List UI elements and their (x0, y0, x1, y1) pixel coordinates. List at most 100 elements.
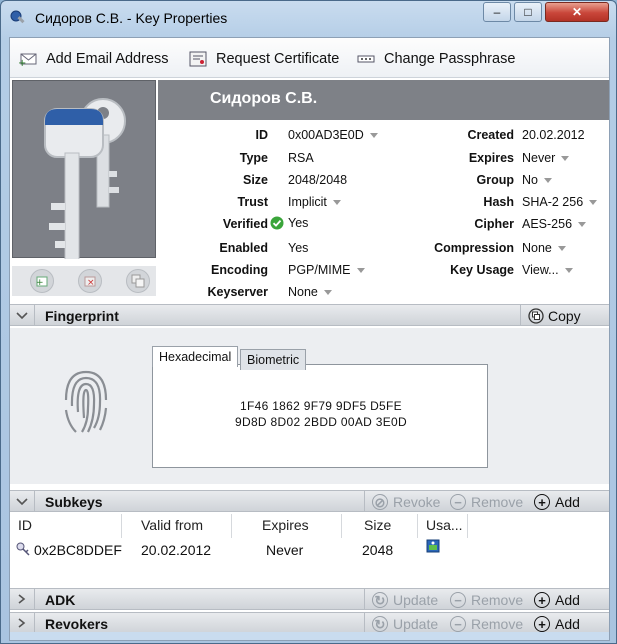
chevron-down-icon (561, 155, 570, 161)
remove-subkey-button[interactable]: − Remove (450, 493, 523, 511)
compression-value[interactable]: None (522, 241, 566, 255)
keyserver-value[interactable]: None (288, 285, 332, 299)
column-header-usage[interactable]: Usa... (418, 514, 468, 538)
id-label: ID (255, 128, 269, 142)
change-passphrase-label: Change Passphrase (384, 51, 516, 67)
remove-revoker-button[interactable]: − Remove (450, 615, 523, 633)
section-divider (34, 589, 35, 609)
close-icon: ✕ (571, 5, 583, 19)
add-email-icon: + (18, 53, 37, 67)
key-usage-value[interactable]: View... (522, 263, 573, 277)
request-certificate-label: Request Certificate (216, 51, 340, 67)
update-icon: ↻ (372, 592, 388, 608)
update-adk-button[interactable]: ↻ Update (372, 591, 438, 609)
subkey-expires: Never (266, 542, 304, 558)
section-divider (34, 613, 35, 633)
adk-section-header[interactable]: ADK ↻ Update − Remove + Add (10, 588, 609, 610)
id-value[interactable]: 0x00AD3E0D (288, 128, 378, 142)
svg-text:×: × (87, 278, 95, 288)
group-value[interactable]: No (522, 173, 552, 187)
passphrase-icon (357, 55, 375, 63)
table-row[interactable]: 0x2BC8DDEF 20.02.2012 Never 2048 (10, 538, 609, 564)
hash-label: Hash (483, 195, 514, 209)
add-subkey-button[interactable]: + Add (534, 493, 580, 511)
key-picture-actions: + × (12, 266, 156, 296)
remove-label: Remove (471, 616, 524, 632)
column-header-valid-from[interactable]: Valid from (122, 514, 232, 538)
expand-chevron-icon (18, 594, 26, 604)
key-usage-label: Key Usage (450, 263, 514, 277)
add-email-button[interactable]: + Add Email Address (18, 48, 169, 70)
remove-photo-button[interactable]: × (78, 269, 102, 293)
revokers-section-header[interactable]: Revokers ↻ Update − Remove + Add (10, 612, 609, 634)
enabled-value: Yes (288, 241, 309, 255)
chevron-down-icon (369, 132, 378, 138)
encoding-value[interactable]: PGP/MIME (288, 263, 365, 277)
section-divider (34, 305, 35, 325)
section-divider (364, 491, 365, 511)
remove-photo-icon: × (84, 276, 96, 288)
key-properties-window: Сидоров С.В. - Key Properties ‒ □ ✕ + Ad… (0, 0, 617, 644)
minimize-icon: ‒ (493, 5, 501, 19)
update-label: Update (393, 616, 439, 632)
subkeys-table: ID Valid from Expires Size Usa... 0x2BC8… (10, 514, 609, 588)
revokers-title: Revokers (45, 616, 109, 632)
cipher-value[interactable]: AES-256 (522, 217, 587, 231)
revoke-label: Revoke (393, 494, 441, 510)
section-divider (364, 613, 365, 633)
update-revokers-button[interactable]: ↻ Update (372, 615, 438, 633)
section-divider (34, 491, 35, 511)
column-header-expires[interactable]: Expires (232, 514, 342, 538)
fingerprint-panel: Hexadecimal Biometric 1F46 1862 9F79 9DF… (10, 328, 609, 484)
minimize-button[interactable]: ‒ (483, 2, 511, 22)
maximize-button[interactable]: □ (514, 2, 542, 22)
keyserver-value-text: None (288, 285, 318, 299)
key-picture (12, 80, 156, 264)
chevron-down-icon (356, 267, 365, 273)
close-button[interactable]: ✕ (545, 2, 609, 22)
trust-value[interactable]: Implicit (288, 195, 341, 209)
copy-fingerprint-button[interactable]: Copy (528, 307, 581, 325)
fingerprint-hex-pane: 1F46 1862 9F79 9DF5 D5FE 9D8D 8D02 2BDD … (152, 364, 488, 468)
fingerprint-line-1: 1F46 1862 9F79 9DF5 D5FE (240, 399, 402, 413)
copy-photo-button[interactable] (126, 269, 150, 293)
add-adk-button[interactable]: + Add (534, 591, 580, 609)
column-header-id[interactable]: ID (10, 514, 122, 538)
subkey-size: 2048 (362, 542, 394, 558)
expires-value[interactable]: Never (522, 151, 570, 165)
add-photo-button[interactable]: + (30, 269, 54, 293)
change-passphrase-button[interactable]: Change Passphrase (356, 48, 515, 70)
key-owner-name: Сидоров С.В. (210, 90, 318, 107)
request-certificate-button[interactable]: Request Certificate (188, 48, 339, 70)
remove-adk-button[interactable]: − Remove (450, 591, 523, 609)
key-header: Сидоров С.В. (158, 80, 609, 120)
hash-value[interactable]: SHA-2 256 (522, 195, 598, 209)
section-divider (364, 589, 365, 609)
revoke-subkey-button[interactable]: ⊘ Revoke (372, 493, 440, 511)
tab-biometric[interactable]: Biometric (240, 349, 307, 370)
chevron-down-icon (543, 177, 552, 183)
id-value-text: 0x00AD3E0D (288, 128, 364, 142)
add-revoker-button[interactable]: + Add (534, 615, 580, 633)
column-header-size[interactable]: Size (342, 514, 418, 538)
subkeys-section-header[interactable]: Subkeys ⊘ Revoke − Remove + Add (10, 490, 609, 512)
encoding-value-text: PGP/MIME (288, 263, 351, 277)
created-label: Created (467, 128, 514, 142)
window-title: Сидоров С.В. - Key Properties (35, 10, 228, 26)
certificate-icon (189, 51, 207, 67)
chevron-down-icon (564, 267, 573, 273)
toolbar: + Add Email Address Request Certificate (10, 38, 609, 78)
keyserver-label: Keyserver (207, 285, 268, 299)
tab-hexadecimal[interactable]: Hexadecimal (152, 346, 239, 367)
copy-label: Copy (548, 308, 581, 324)
chevron-down-icon (589, 199, 598, 205)
fingerprint-section-header[interactable]: Fingerprint Copy (10, 304, 609, 326)
key-properties: ID 0x00AD3E0D Type RSA Size 2048/2048 Tr… (158, 122, 609, 302)
group-value-text: No (522, 173, 538, 187)
update-label: Update (393, 592, 439, 608)
subkey-id: 0x2BC8DDEF (34, 542, 122, 558)
chevron-down-icon (578, 221, 587, 227)
size-label: Size (242, 173, 268, 187)
expires-value-text: Never (522, 151, 556, 165)
fingerprint-line-2: 9D8D 8D02 2BDD 00AD 3E0D (235, 415, 407, 429)
